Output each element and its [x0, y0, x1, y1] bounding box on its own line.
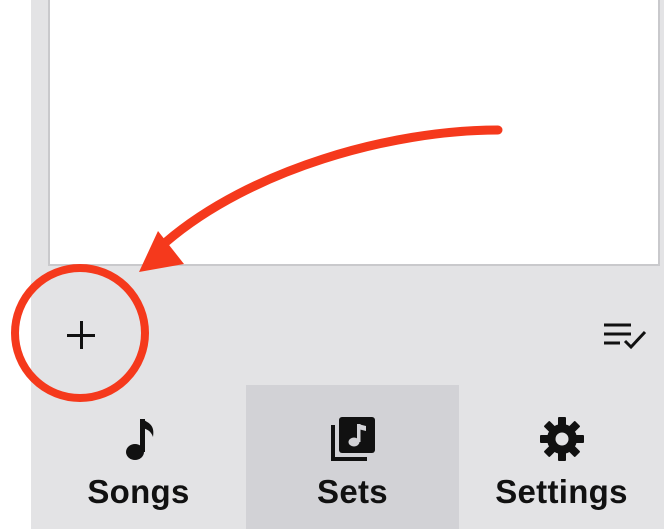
- tab-settings-label: Settings: [495, 473, 628, 510]
- list-check-icon: [604, 323, 647, 350]
- tab-sets-label: Sets: [317, 473, 388, 510]
- tab-songs-label: Songs: [87, 473, 190, 510]
- gear-icon: [539, 417, 584, 461]
- tab-settings[interactable]: Settings: [459, 385, 664, 529]
- music-note-icon: [125, 419, 153, 460]
- music-library-icon: [330, 417, 375, 461]
- plus-icon: [66, 320, 96, 350]
- add-set-button[interactable]: [58, 312, 104, 358]
- tab-sets[interactable]: Sets: [246, 385, 459, 529]
- sets-list-panel[interactable]: [48, 0, 660, 266]
- tab-songs[interactable]: Songs: [31, 385, 246, 529]
- tab-bar: Songs Sets Settings: [31, 385, 664, 529]
- edit-list-button[interactable]: [598, 318, 652, 354]
